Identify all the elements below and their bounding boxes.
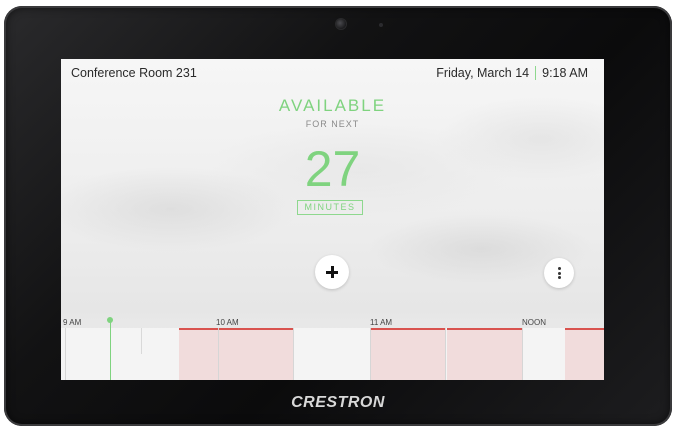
room-name: Conference Room 231	[71, 66, 197, 80]
half-hour-divider	[141, 328, 142, 354]
minutes-unit-label: MINUTES	[297, 200, 363, 215]
booked-slot[interactable]	[370, 328, 445, 380]
date-text: Friday, March 14	[436, 66, 530, 80]
divider	[535, 66, 537, 80]
availability-status: AVAILABLE	[278, 96, 387, 115]
booked-slot[interactable]	[447, 328, 522, 380]
half-hour-divider	[293, 328, 294, 380]
timeline-label-11am: 11 AM	[370, 318, 393, 327]
booked-slot[interactable]	[565, 328, 604, 380]
add-reservation-button[interactable]	[315, 255, 349, 289]
brand-logo: CRESTRON	[291, 394, 385, 411]
available-slot[interactable]	[522, 328, 565, 380]
hour-divider	[65, 328, 66, 380]
availability-sublabel: FOR NEXT	[305, 119, 360, 129]
hour-divider	[370, 328, 371, 380]
vertical-ellipsis-icon	[557, 267, 561, 279]
available-slot[interactable]	[293, 328, 370, 380]
timeline-label-10am: 10 AM	[216, 318, 239, 327]
camera-icon	[336, 19, 346, 29]
current-time-dot	[107, 317, 113, 323]
hour-divider	[218, 328, 219, 380]
available-minutes: 27	[304, 141, 361, 197]
more-options-button[interactable]	[544, 258, 574, 288]
plus-icon	[326, 266, 338, 278]
date-time: Friday, March 14 9:18 AM	[436, 66, 588, 80]
available-slot[interactable]	[61, 328, 179, 380]
timeline-label-noon: NOON	[522, 318, 546, 327]
light-sensor	[379, 23, 383, 27]
current-time-indicator	[110, 322, 111, 380]
schedule-timeline[interactable]: 9 AM 10 AM 11 AM NOON	[61, 314, 604, 380]
timeline-track[interactable]	[61, 328, 604, 380]
touch-screen: Conference Room 231 Friday, March 14 9:1…	[61, 59, 604, 380]
hour-divider	[522, 328, 523, 380]
booked-slot[interactable]	[179, 328, 293, 380]
half-hour-divider	[445, 328, 446, 380]
timeline-label-9am: 9 AM	[63, 318, 82, 327]
time-text: 9:18 AM	[542, 66, 588, 80]
